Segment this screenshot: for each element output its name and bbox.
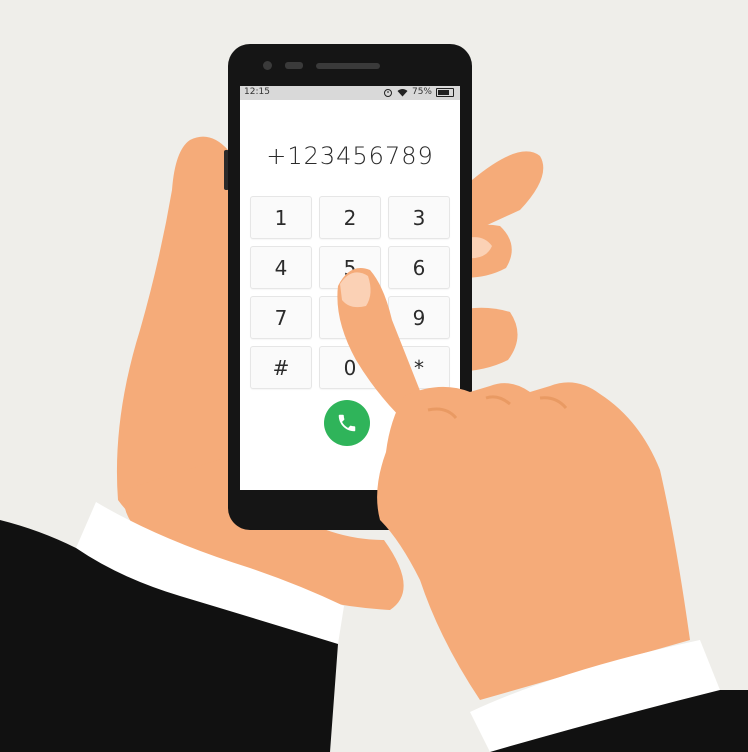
right-hand	[337, 268, 748, 752]
illustration: 12:15 75% +123456789 1 2 3 4 5 6 7 8	[0, 0, 748, 752]
